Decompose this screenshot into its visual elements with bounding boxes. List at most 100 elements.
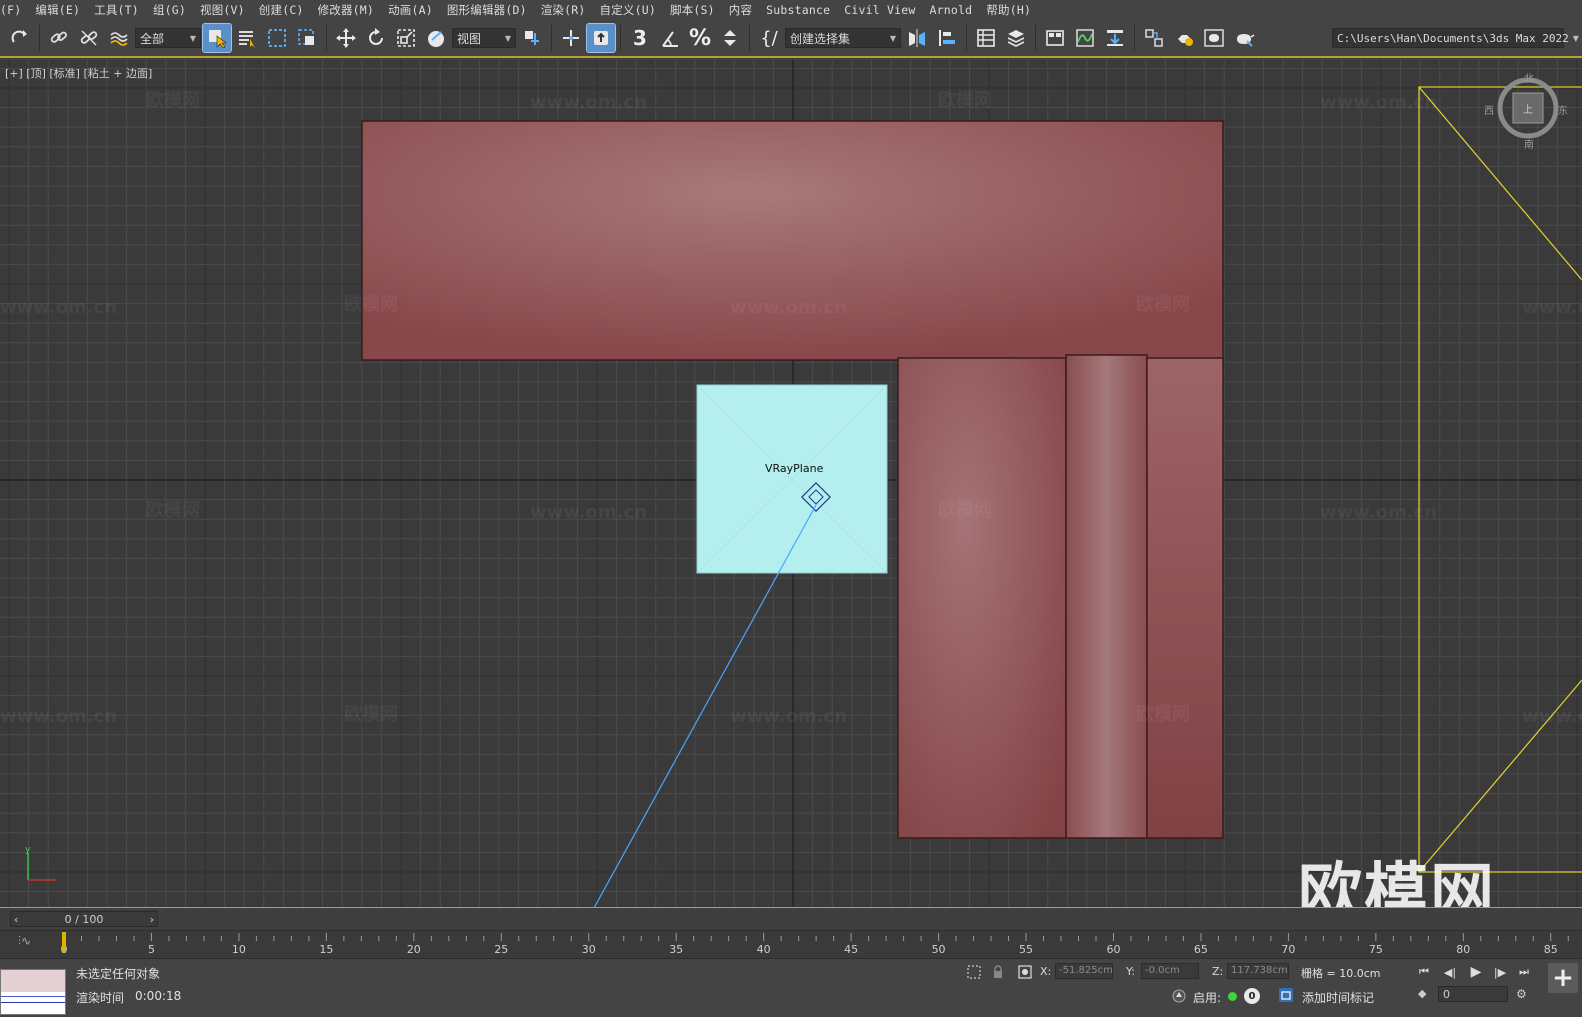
- menu-item-8[interactable]: 图形编辑器(D): [447, 2, 541, 18]
- select-by-name-button[interactable]: [233, 24, 261, 52]
- named-selection-dropdown[interactable]: 创建选择集 ▼: [785, 28, 901, 48]
- viewcube-top-face[interactable]: 上: [1523, 101, 1533, 116]
- viewcube-north[interactable]: 北: [1524, 70, 1534, 85]
- sofa-chaise-cushion[interactable]: [1065, 354, 1148, 839]
- absolute-mode-icon[interactable]: [1017, 964, 1033, 980]
- sofa-back-section[interactable]: [361, 120, 1224, 361]
- snaps-toggle-button[interactable]: 3: [626, 24, 654, 52]
- mirror-button[interactable]: [903, 24, 931, 52]
- menu-item-3[interactable]: 组(G): [153, 2, 200, 18]
- add-button[interactable]: +: [1548, 963, 1578, 993]
- y-coordinate-field[interactable]: -0.0cm: [1141, 963, 1199, 979]
- menu-item-5[interactable]: 创建(C): [259, 2, 318, 18]
- add-time-tag-button[interactable]: 添加时间标记: [1302, 989, 1374, 1006]
- ribbon-icon: [1046, 30, 1064, 46]
- time-slider[interactable]: ‹ 0 / 100 ›: [0, 908, 1582, 930]
- select-manipulate-button[interactable]: [557, 24, 585, 52]
- layer-explorer-button[interactable]: [1002, 24, 1030, 52]
- top-viewport[interactable]: y 欧模网www.om.cn欧模网www.om.cnwww.om.cn欧模网ww…: [0, 60, 1582, 908]
- key-mode-icon[interactable]: ◆: [1418, 987, 1426, 1000]
- menu-item-2[interactable]: 工具(T): [94, 2, 153, 18]
- rotate-button[interactable]: [362, 24, 390, 52]
- sofa-chaise-seat[interactable]: [897, 357, 1067, 839]
- track-bar[interactable]: ⫶∿ 0510152025303540455055606570758085: [0, 930, 1582, 958]
- curve-editor-icon: [1076, 29, 1094, 47]
- x-coordinate-field[interactable]: -51.825cm: [1055, 963, 1113, 979]
- keyboard-shortcut-override-button[interactable]: [586, 23, 616, 53]
- menu-item-10[interactable]: 自定义(U): [600, 2, 670, 18]
- window-crossing-icon: [298, 29, 314, 45]
- align-button[interactable]: [933, 24, 961, 52]
- menu-item-12[interactable]: 内容: [729, 2, 766, 18]
- viewport-scene[interactable]: y: [0, 60, 1582, 908]
- plus-icon: +: [1552, 963, 1574, 993]
- viewcube-east[interactable]: 东: [1558, 102, 1568, 117]
- menu-item-4[interactable]: 视图(V): [200, 2, 259, 18]
- material-editor-button[interactable]: [1140, 24, 1168, 52]
- viewcube[interactable]: 北 南 西 东 上: [1484, 74, 1568, 151]
- edit-named-selection-button[interactable]: {/: [755, 24, 783, 52]
- adaptive-degradation-icon[interactable]: [1171, 988, 1187, 1004]
- play-button[interactable]: ▶: [1466, 963, 1486, 981]
- toggle-ribbon-button[interactable]: [1041, 24, 1069, 52]
- place-button[interactable]: [422, 24, 450, 52]
- menu-item-16[interactable]: 帮助(H): [986, 2, 1045, 18]
- menu-item-9[interactable]: 渲染(R): [541, 2, 600, 18]
- sofa-chaise-arm[interactable]: [1146, 357, 1224, 839]
- schematic-view-button[interactable]: [1101, 24, 1129, 52]
- time-config-icon[interactable]: ⚙: [1516, 987, 1527, 1001]
- angle-snap-button[interactable]: [656, 24, 684, 52]
- viewcube-south[interactable]: 南: [1524, 136, 1534, 151]
- viewport-label[interactable]: [+] [顶] [标准] [粘土 + 边面]: [5, 65, 152, 81]
- lock-icon[interactable]: [990, 964, 1006, 980]
- time-slider-thumb[interactable]: ‹ 0 / 100 ›: [10, 911, 158, 927]
- go-to-end-button[interactable]: ⏭: [1514, 963, 1534, 981]
- link-button[interactable]: [45, 24, 73, 52]
- scale-button[interactable]: [392, 24, 420, 52]
- viewcube-west[interactable]: 西: [1484, 102, 1494, 117]
- current-frame-marker[interactable]: [62, 932, 66, 952]
- previous-frame-button[interactable]: ◀|: [1440, 963, 1460, 981]
- reference-coordinate-dropdown[interactable]: 视图 ▼: [452, 28, 516, 48]
- scene-explorer-button[interactable]: [972, 24, 1000, 52]
- menu-item-0[interactable]: (F): [0, 3, 35, 17]
- rendered-frame-window-button[interactable]: [1200, 24, 1228, 52]
- time-tag-icon[interactable]: [1278, 987, 1294, 1003]
- pivot-point-button[interactable]: [518, 24, 546, 52]
- bind-space-warp-button[interactable]: [105, 24, 133, 52]
- render-setup-button[interactable]: [1170, 24, 1198, 52]
- selection-filter-dropdown[interactable]: 全部 ▼: [135, 28, 201, 48]
- menu-item-13[interactable]: Substance: [766, 3, 844, 17]
- chevron-right-icon[interactable]: ›: [150, 913, 154, 926]
- menu-item-1[interactable]: 编辑(E): [35, 2, 94, 18]
- current-frame-spinner[interactable]: 0: [1438, 986, 1508, 1002]
- maxscript-mini-listener[interactable]: [0, 969, 66, 1015]
- window-crossing-button[interactable]: [293, 24, 321, 52]
- redo-button[interactable]: [6, 24, 34, 52]
- unlink-button[interactable]: [75, 24, 103, 52]
- spinner-snap-button[interactable]: [716, 24, 744, 52]
- menu-item-6[interactable]: 修改器(M): [318, 2, 388, 18]
- timeline-ruler[interactable]: 0510152025303540455055606570758085: [0, 931, 1582, 959]
- rectangular-selection-button[interactable]: [263, 24, 291, 52]
- timeline-tick-label: 60: [1106, 943, 1120, 956]
- menu-item-15[interactable]: Arnold: [930, 3, 987, 17]
- menu-item-14[interactable]: Civil View: [844, 3, 929, 17]
- listener-line: [1, 996, 65, 997]
- toolbar-separator: [966, 25, 967, 51]
- go-to-start-button[interactable]: ⏮: [1414, 963, 1434, 981]
- project-path-dropdown[interactable]: C:\Users\Han\Documents\3ds Max 2022 ▼: [1332, 28, 1579, 48]
- svg-text:y: y: [25, 845, 31, 855]
- render-production-button[interactable]: [1230, 24, 1258, 52]
- vrayplane-light[interactable]: [696, 384, 888, 574]
- curve-editor-button[interactable]: [1071, 24, 1099, 52]
- schematic-icon: [1107, 30, 1123, 46]
- isolate-selection-icon[interactable]: [966, 964, 982, 980]
- z-coordinate-field[interactable]: 117.738cm: [1227, 963, 1289, 979]
- percent-snap-button[interactable]: %: [686, 24, 714, 52]
- menu-item-11[interactable]: 脚本(S): [670, 2, 729, 18]
- next-frame-button[interactable]: |▶: [1490, 963, 1510, 981]
- select-object-button[interactable]: [202, 23, 232, 53]
- menu-item-7[interactable]: 动画(A): [388, 2, 447, 18]
- move-button[interactable]: [332, 24, 360, 52]
